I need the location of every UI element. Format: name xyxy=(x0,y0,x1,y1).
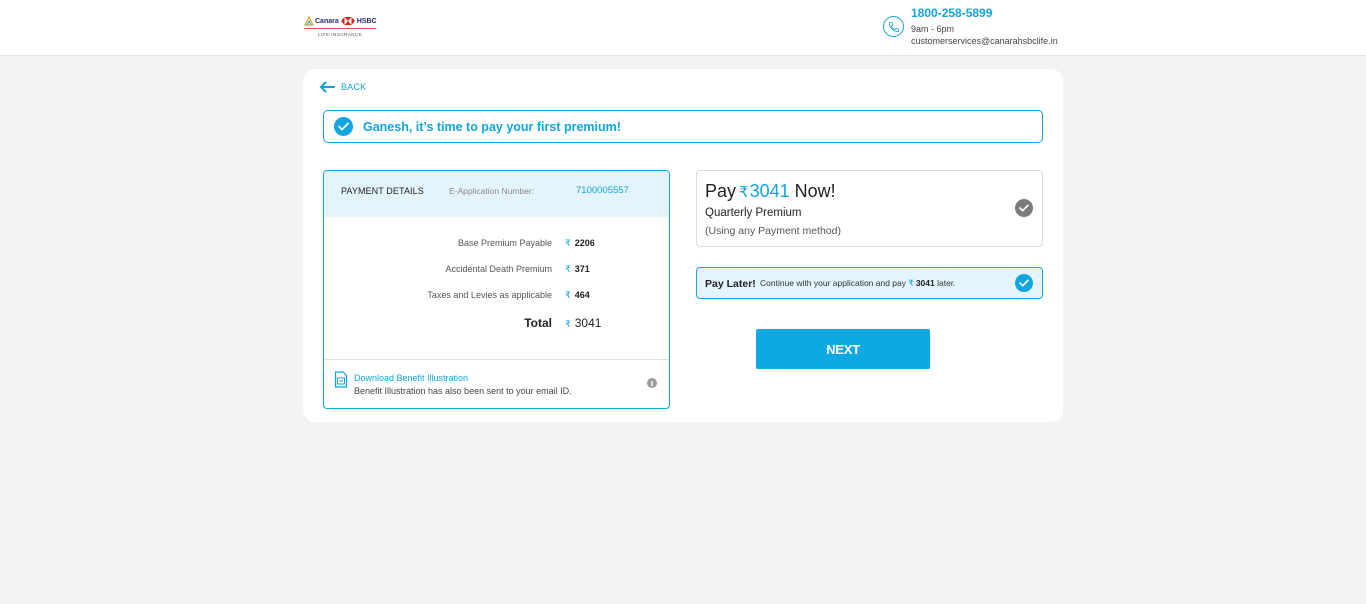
payment-details-header: PAYMENT DETAILS E-Application Number: 71… xyxy=(324,171,669,217)
payment-card: BACK Ganesh, it’s time to pay your first… xyxy=(303,69,1063,422)
back-button[interactable]: BACK xyxy=(319,81,366,93)
check-circle-icon xyxy=(334,117,353,136)
phone-icon xyxy=(883,16,904,37)
logo-divider xyxy=(304,28,376,29)
pay-now-plan: Quarterly Premium xyxy=(705,207,802,219)
pay-now-note: (Using any Payment method) xyxy=(705,225,841,237)
contact-phone-number[interactable]: 1800-258-5899 xyxy=(911,6,992,20)
premium-row-label: Taxes and Levies as applicable xyxy=(427,290,552,300)
premium-row-value: ₹2206 xyxy=(565,238,595,248)
total-value: ₹3041 xyxy=(565,316,602,330)
info-icon[interactable]: i xyxy=(647,378,657,388)
payment-details-panel: PAYMENT DETAILS E-Application Number: 71… xyxy=(323,170,670,409)
next-button[interactable]: NEXT xyxy=(756,329,930,369)
rupee-icon: ₹ xyxy=(739,184,749,201)
pay-now-headline: Pay ₹3041 Now! xyxy=(705,181,836,202)
benefit-illustration-footer: Download Benefit Illustration Benefit Il… xyxy=(324,359,669,408)
canara-leaf-icon xyxy=(304,16,314,26)
download-benefit-illustration-link[interactable]: Download Benefit Illustration xyxy=(354,373,468,383)
greeting-banner: Ganesh, it’s time to pay your first prem… xyxy=(323,110,1043,143)
benefit-illustration-note: Benefit Illustration has also been sent … xyxy=(354,386,572,396)
premium-row-value: ₹371 xyxy=(565,264,590,274)
selected-check-icon[interactable] xyxy=(1015,274,1033,292)
document-download-icon[interactable] xyxy=(334,371,348,388)
rupee-icon: ₹ xyxy=(565,238,571,248)
payment-details-title: PAYMENT DETAILS xyxy=(341,186,424,196)
logo-brand-left: Canara xyxy=(315,17,339,25)
total-label: Total xyxy=(524,316,552,330)
pay-now-option[interactable]: Pay ₹3041 Now! Quarterly Premium (Using a… xyxy=(696,170,1043,247)
total-row: Total ₹3041 xyxy=(324,316,669,330)
rupee-icon: ₹ xyxy=(565,264,571,274)
contact-hours: 9am - 6pm xyxy=(911,24,955,34)
rupee-icon: ₹ xyxy=(565,290,571,300)
hsbc-hexagon-icon xyxy=(340,17,355,25)
premium-row: Taxes and Levies as applicable ₹464 xyxy=(324,290,669,304)
pay-now-suffix: Now! xyxy=(794,181,836,201)
arrow-left-icon xyxy=(320,81,335,93)
logo-wordmark: Canara HSBC xyxy=(304,16,378,26)
application-number-label: E-Application Number: xyxy=(449,186,535,196)
rupee-icon: ₹ xyxy=(908,278,914,288)
back-label: BACK xyxy=(341,82,367,92)
pay-later-title: Pay Later! xyxy=(705,278,756,290)
phone-glyph-icon xyxy=(888,21,899,32)
premium-row-label: Base Premium Payable xyxy=(457,238,552,248)
contact-email[interactable]: customerservices@canarahsbclife.in xyxy=(911,36,1058,46)
premium-row-value: ₹464 xyxy=(565,290,590,300)
premium-row: Base Premium Payable ₹2206 xyxy=(324,238,669,252)
logo-subtitle: LIFE INSURANCE xyxy=(318,32,363,37)
company-logo[interactable]: Canara HSBC LIFE INSURANCE xyxy=(304,16,378,42)
pay-later-option[interactable]: Pay Later! Continue with your applicatio… xyxy=(696,267,1043,299)
premium-row-label: Accidental Death Premium xyxy=(445,264,552,274)
logo-brand-right: HSBC xyxy=(356,17,377,25)
header-bar: Canara HSBC LIFE INSURANCE 1800-258-5899… xyxy=(0,0,1366,56)
pay-now-amount: 3041 xyxy=(749,181,790,201)
unselected-check-icon[interactable] xyxy=(1015,199,1033,217)
application-number-value: 7100005557 xyxy=(576,185,629,196)
greeting-text: Ganesh, it’s time to pay your first prem… xyxy=(363,119,621,134)
rupee-icon: ₹ xyxy=(565,319,571,329)
premium-row: Accidental Death Premium ₹371 xyxy=(324,264,669,278)
pay-later-description: Continue with your application and pay ₹… xyxy=(760,278,956,288)
pay-now-prefix: Pay xyxy=(705,181,737,201)
pay-later-amount: 3041 xyxy=(915,278,935,288)
